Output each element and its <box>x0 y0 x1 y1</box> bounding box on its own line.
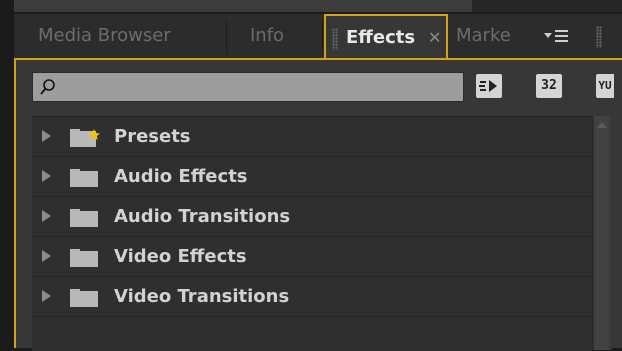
expand-triangle-icon[interactable] <box>42 250 51 262</box>
tree-item-label: Audio Transitions <box>114 206 291 227</box>
tree-item-label: Video Effects <box>114 246 247 267</box>
drag-grip-icon[interactable] <box>332 28 338 50</box>
effects-tree: Presets Audio Effects Audio Transitions <box>32 116 592 351</box>
expand-triangle-icon[interactable] <box>42 130 51 142</box>
search-icon <box>40 79 55 95</box>
32-bit-color-button[interactable]: 32 <box>536 74 562 98</box>
vertical-scrollbar[interactable] <box>592 116 612 350</box>
tab-markers[interactable]: Marke <box>456 14 536 58</box>
tree-item-audio-effects[interactable]: Audio Effects <box>32 157 592 197</box>
tab-info[interactable]: Info <box>250 14 284 58</box>
top-strip <box>14 0 472 12</box>
scroll-up-icon[interactable] <box>597 122 607 128</box>
tab-divider <box>322 20 323 54</box>
top-strip-right <box>472 0 622 12</box>
tab-divider <box>226 20 227 54</box>
presets-folder-icon <box>70 129 100 147</box>
expand-triangle-icon[interactable] <box>42 170 51 182</box>
close-tab-icon[interactable]: ✕ <box>428 16 441 60</box>
yuv-button[interactable]: YU <box>596 74 614 98</box>
expand-triangle-icon[interactable] <box>42 290 51 302</box>
expand-triangle-icon[interactable] <box>42 210 51 222</box>
accelerated-effects-button[interactable] <box>476 74 502 98</box>
accelerated-effects-icon <box>477 75 501 97</box>
tree-item-label: Presets <box>114 126 191 147</box>
effects-panel: 32 YU Presets Audio Effects Audio Transi… <box>14 58 622 351</box>
tree-item-label: Audio Effects <box>114 166 248 187</box>
drag-grip-icon[interactable] <box>596 26 602 48</box>
panel-menu-button[interactable] <box>536 20 576 54</box>
tab-effects-label: Effects <box>346 27 416 48</box>
tree-item-label: Video Transitions <box>114 286 290 307</box>
panel-menu-icon <box>544 30 568 42</box>
search-field[interactable] <box>32 72 464 102</box>
tree-item-video-transitions[interactable]: Video Transitions <box>32 277 592 317</box>
tab-bar: Media Browser Info Effects ✕ Marke <box>14 14 622 60</box>
folder-icon <box>70 169 98 187</box>
search-input[interactable] <box>61 73 457 101</box>
folder-icon <box>70 289 98 307</box>
tab-media-browser[interactable]: Media Browser <box>38 14 171 58</box>
folder-icon <box>70 249 98 267</box>
tree-item-presets[interactable]: Presets <box>32 117 592 157</box>
tab-effects[interactable]: Effects ✕ <box>324 14 448 60</box>
tree-item-audio-transitions[interactable]: Audio Transitions <box>32 197 592 237</box>
folder-icon <box>70 209 98 227</box>
tree-item-video-effects[interactable]: Video Effects <box>32 237 592 277</box>
scrollbar-thumb[interactable] <box>595 116 609 350</box>
